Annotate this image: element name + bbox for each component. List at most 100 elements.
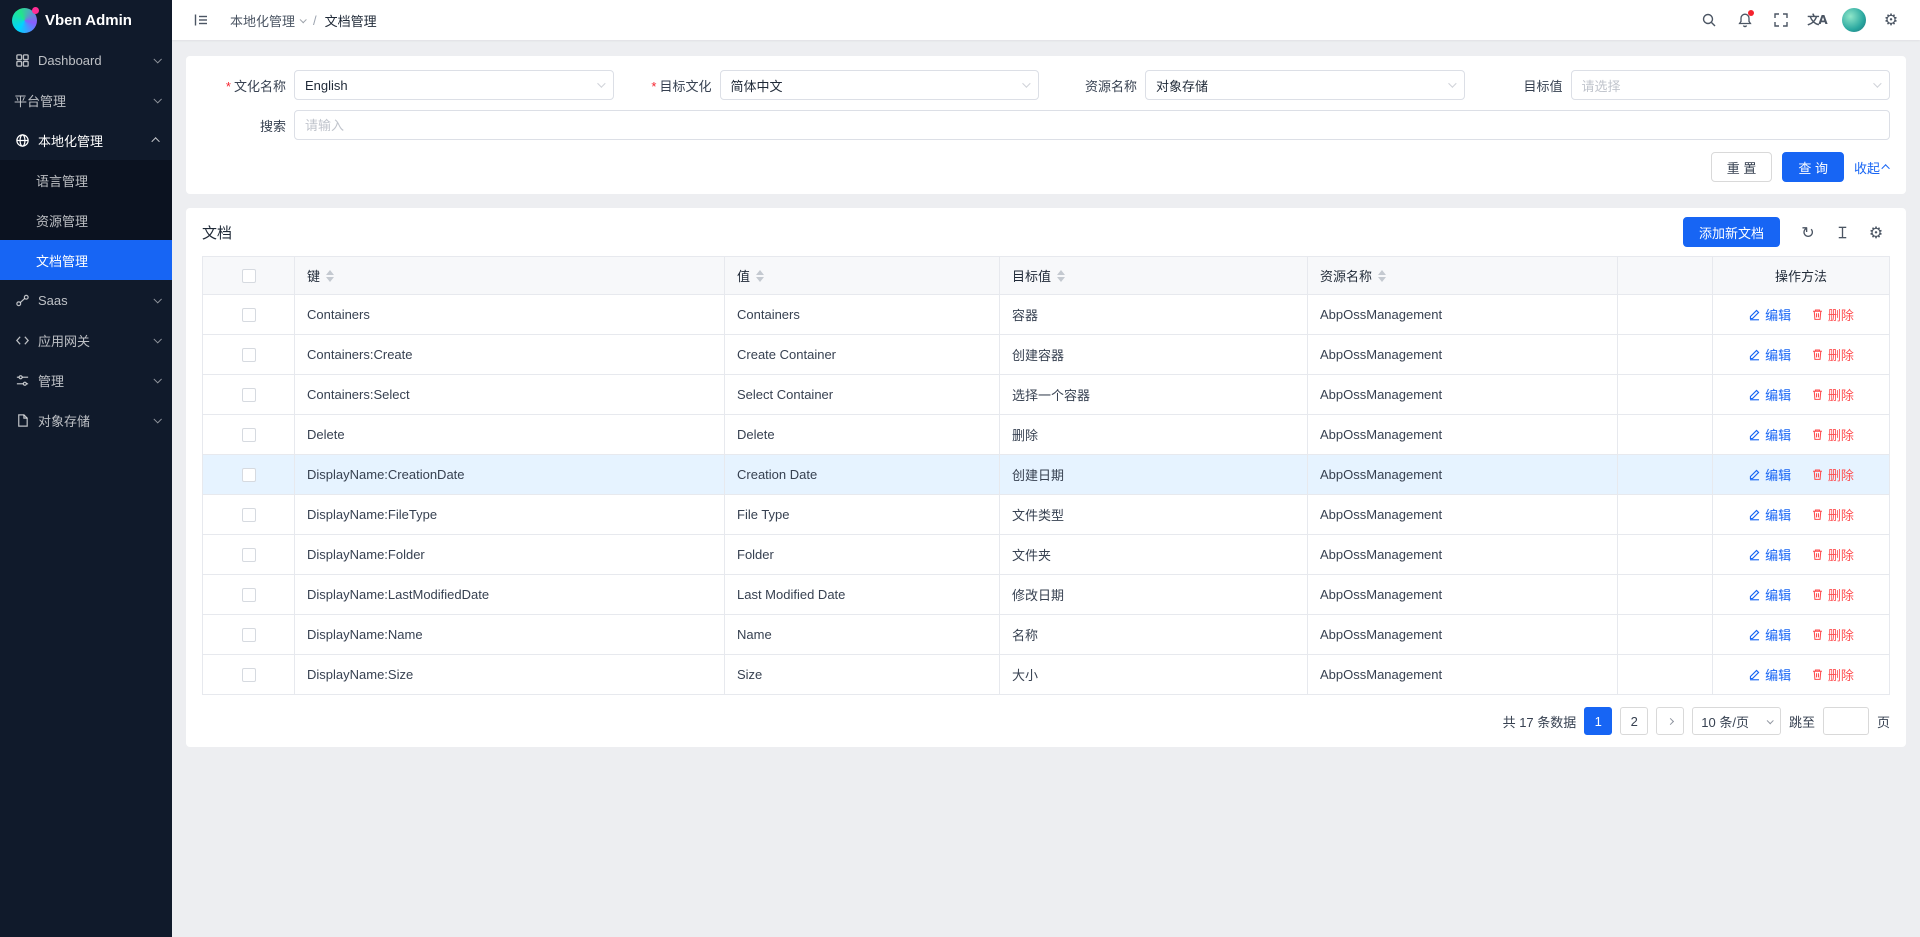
cell-key: Containers:Create bbox=[295, 335, 725, 375]
collapse-sidebar-icon[interactable] bbox=[186, 5, 216, 35]
table-row[interactable]: DisplayName:CreationDate Creation Date 创… bbox=[203, 455, 1890, 495]
search-input[interactable] bbox=[294, 110, 1890, 140]
collapse-filter-link[interactable]: 收起 bbox=[1854, 158, 1890, 177]
edit-action[interactable]: 编辑 bbox=[1748, 305, 1791, 324]
table-row[interactable]: DisplayName:Size Size 大小 AbpOssManagemen… bbox=[203, 655, 1890, 695]
sidebar-item-platform[interactable]: 平台管理 bbox=[0, 80, 172, 120]
delete-action[interactable]: 删除 bbox=[1811, 385, 1854, 404]
edit-action[interactable]: 编辑 bbox=[1748, 465, 1791, 484]
table-row[interactable]: Containers:Select Select Container 选择一个容… bbox=[203, 375, 1890, 415]
column-header-value[interactable]: 值 bbox=[725, 257, 1000, 295]
logo[interactable]: Vben Admin bbox=[0, 0, 172, 40]
edit-action[interactable]: 编辑 bbox=[1748, 345, 1791, 364]
table-header-row: 键 值 目标值 资源名 bbox=[203, 257, 1890, 295]
next-page-button[interactable] bbox=[1656, 707, 1684, 735]
sidebar-item-document-management[interactable]: 文档管理 bbox=[0, 240, 172, 280]
cell-resource: AbpOssManagement bbox=[1308, 375, 1618, 415]
edit-action[interactable]: 编辑 bbox=[1748, 665, 1791, 684]
breadcrumb-parent[interactable]: 本地化管理 bbox=[230, 11, 305, 30]
target-value-placeholder: 请选择 bbox=[1582, 76, 1621, 95]
chevron-down-icon bbox=[153, 335, 161, 343]
edit-action[interactable]: 编辑 bbox=[1748, 585, 1791, 604]
refresh-button[interactable]: ↻ bbox=[1794, 218, 1822, 246]
row-checkbox[interactable] bbox=[242, 428, 256, 442]
row-checkbox[interactable] bbox=[242, 628, 256, 642]
delete-action[interactable]: 删除 bbox=[1811, 505, 1854, 524]
row-checkbox[interactable] bbox=[242, 548, 256, 562]
row-checkbox[interactable] bbox=[242, 348, 256, 362]
row-checkbox[interactable] bbox=[242, 668, 256, 682]
sidebar-item-saas[interactable]: Saas bbox=[0, 280, 172, 320]
edit-action[interactable]: 编辑 bbox=[1748, 625, 1791, 644]
sort-icons[interactable] bbox=[756, 270, 764, 282]
delete-action-label: 删除 bbox=[1828, 385, 1854, 404]
row-checkbox[interactable] bbox=[242, 588, 256, 602]
culture-select[interactable]: English bbox=[294, 70, 614, 100]
row-height-button[interactable] bbox=[1828, 218, 1856, 246]
sidebar-submenu-localization: 语言管理 资源管理 文档管理 bbox=[0, 160, 172, 280]
notification-button[interactable] bbox=[1730, 5, 1760, 35]
table-row[interactable]: DisplayName:Name Name 名称 AbpOssManagemen… bbox=[203, 615, 1890, 655]
table-row[interactable]: DisplayName:FileType File Type 文件类型 AbpO… bbox=[203, 495, 1890, 535]
settings-button[interactable]: ⚙ bbox=[1876, 5, 1906, 35]
query-button[interactable]: 查 询 bbox=[1782, 152, 1844, 182]
cell-key: DisplayName:LastModifiedDate bbox=[295, 575, 725, 615]
delete-action[interactable]: 删除 bbox=[1811, 625, 1854, 644]
select-all-checkbox[interactable] bbox=[242, 269, 256, 283]
table-row[interactable]: Delete Delete 删除 AbpOssManagement 编辑 删除 bbox=[203, 415, 1890, 455]
translate-button[interactable]: 文A bbox=[1802, 5, 1832, 35]
sidebar-item-localization[interactable]: 本地化管理 bbox=[0, 120, 172, 160]
delete-action[interactable]: 删除 bbox=[1811, 665, 1854, 684]
cell-target: 大小 bbox=[1000, 655, 1308, 695]
sidebar-item-resource-management[interactable]: 资源管理 bbox=[0, 200, 172, 240]
page-size-select[interactable]: 10 条/页 bbox=[1692, 707, 1781, 735]
row-checkbox[interactable] bbox=[242, 468, 256, 482]
user-avatar[interactable] bbox=[1842, 8, 1866, 32]
table-row[interactable]: DisplayName:Folder Folder 文件夹 AbpOssMana… bbox=[203, 535, 1890, 575]
cell-target: 创建日期 bbox=[1000, 455, 1308, 495]
edit-action[interactable]: 编辑 bbox=[1748, 425, 1791, 444]
row-checkbox[interactable] bbox=[242, 388, 256, 402]
delete-action[interactable]: 删除 bbox=[1811, 305, 1854, 324]
edit-action[interactable]: 编辑 bbox=[1748, 545, 1791, 564]
sidebar-item-object-storage[interactable]: 对象存储 bbox=[0, 400, 172, 440]
column-settings-button[interactable]: ⚙ bbox=[1862, 218, 1890, 246]
table-row[interactable]: Containers:Create Create Container 创建容器 … bbox=[203, 335, 1890, 375]
add-document-button[interactable]: 添加新文档 bbox=[1683, 217, 1780, 247]
sort-icons[interactable] bbox=[1378, 270, 1386, 282]
row-checkbox[interactable] bbox=[242, 508, 256, 522]
column-header-key[interactable]: 键 bbox=[295, 257, 725, 295]
column-header-resource[interactable]: 资源名称 bbox=[1308, 257, 1618, 295]
delete-action[interactable]: 删除 bbox=[1811, 545, 1854, 564]
edit-action[interactable]: 编辑 bbox=[1748, 505, 1791, 524]
required-asterisk: * bbox=[651, 79, 656, 94]
fullscreen-icon bbox=[1773, 12, 1789, 28]
sidebar-item-management[interactable]: 管理 bbox=[0, 360, 172, 400]
fullscreen-button[interactable] bbox=[1766, 5, 1796, 35]
table-body: Containers Containers 容器 AbpOssManagemen… bbox=[203, 295, 1890, 695]
delete-action[interactable]: 删除 bbox=[1811, 465, 1854, 484]
sort-icons[interactable] bbox=[326, 270, 334, 282]
gear-icon: ⚙ bbox=[1884, 12, 1898, 28]
resource-select[interactable]: 对象存储 bbox=[1145, 70, 1465, 100]
page-button-2[interactable]: 2 bbox=[1620, 707, 1648, 735]
sidebar-item-gateway[interactable]: 应用网关 bbox=[0, 320, 172, 360]
sidebar-item-dashboard[interactable]: Dashboard bbox=[0, 40, 172, 80]
search-button[interactable] bbox=[1694, 5, 1724, 35]
sort-icons[interactable] bbox=[1057, 270, 1065, 282]
target-culture-select[interactable]: 简体中文 bbox=[720, 70, 1040, 100]
table-row[interactable]: DisplayName:LastModifiedDate Last Modifi… bbox=[203, 575, 1890, 615]
delete-action[interactable]: 删除 bbox=[1811, 425, 1854, 444]
delete-action[interactable]: 删除 bbox=[1811, 585, 1854, 604]
delete-action[interactable]: 删除 bbox=[1811, 345, 1854, 364]
column-header-target[interactable]: 目标值 bbox=[1000, 257, 1308, 295]
sidebar-item-language-management[interactable]: 语言管理 bbox=[0, 160, 172, 200]
jump-page-input[interactable] bbox=[1823, 707, 1869, 735]
row-checkbox[interactable] bbox=[242, 308, 256, 322]
edit-action[interactable]: 编辑 bbox=[1748, 385, 1791, 404]
reset-button[interactable]: 重 置 bbox=[1711, 152, 1773, 182]
target-value-select[interactable]: 请选择 bbox=[1571, 70, 1891, 100]
table-row[interactable]: Containers Containers 容器 AbpOssManagemen… bbox=[203, 295, 1890, 335]
page-button-1[interactable]: 1 bbox=[1584, 707, 1612, 735]
edit-action-label: 编辑 bbox=[1765, 505, 1791, 524]
